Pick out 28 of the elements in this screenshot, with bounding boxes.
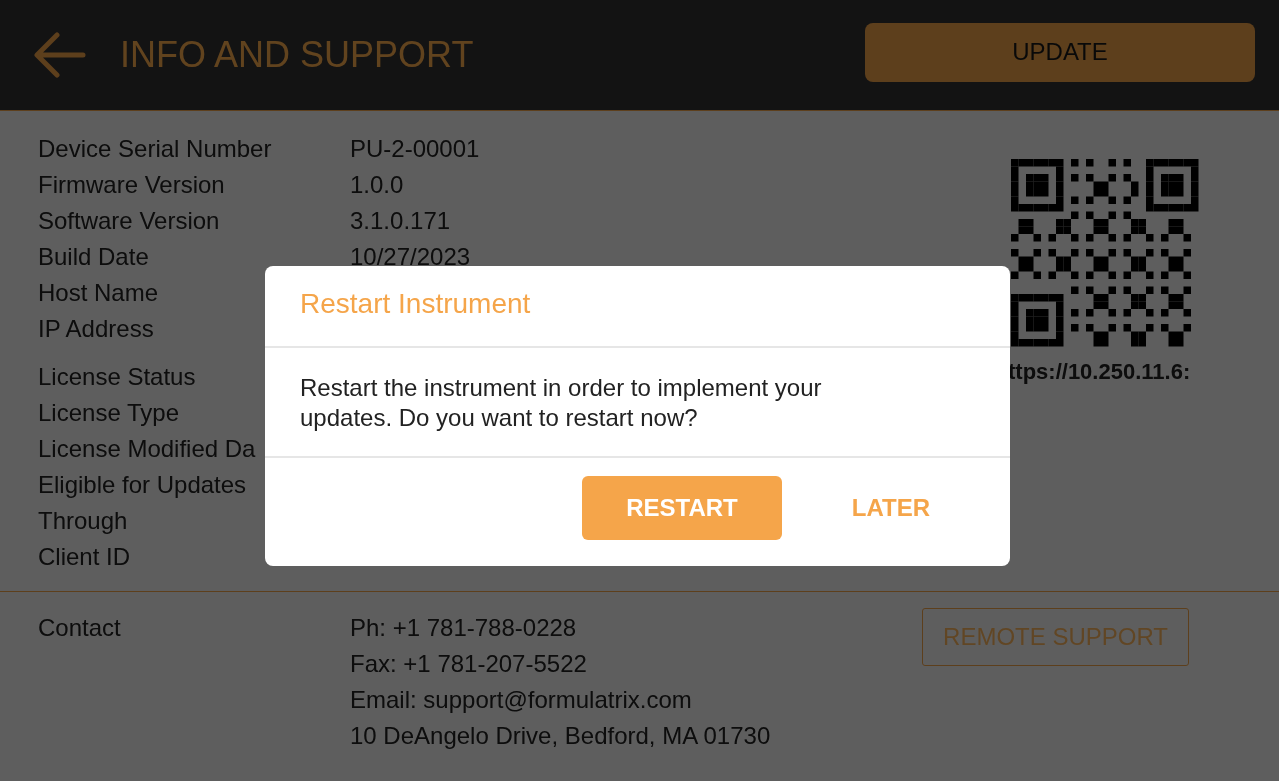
page-title: INFO AND SUPPORT xyxy=(120,34,475,76)
info-label: Through xyxy=(38,506,128,536)
info-label: License Status xyxy=(38,362,196,392)
remote-support-button[interactable]: REMOTE SUPPORT xyxy=(922,608,1189,666)
contact-line: Fax: +1 781-207-5522 xyxy=(350,649,588,679)
info-label: Client ID xyxy=(38,542,131,572)
info-label: Device Serial Number xyxy=(38,134,272,164)
info-label: Software Version xyxy=(38,206,220,236)
info-label: Firmware Version xyxy=(38,170,225,200)
info-label: License Modified Da xyxy=(38,434,256,464)
contact-line: Email: support@formulatrix.com xyxy=(350,685,693,715)
info-value: 1.0.0 xyxy=(350,170,404,200)
info-label: Host Name xyxy=(38,278,159,308)
dialog-message: Restart the instrument in order to implement your updates. Do you want to restart now? xyxy=(265,348,1010,458)
contact-line: 10 DeAngelo Drive, Bedford, MA 01730 xyxy=(350,721,772,751)
back-arrow-icon[interactable] xyxy=(34,32,86,78)
device-url: ttps://10.250.11.6: xyxy=(1008,358,1191,385)
later-button[interactable]: LATER xyxy=(831,476,950,540)
contact-line: Ph: +1 781-788-0228 xyxy=(350,613,578,643)
contact-label: Contact xyxy=(38,613,122,643)
info-label: Eligible for Updates xyxy=(38,470,247,500)
info-label: IP Address xyxy=(38,314,154,344)
restart-button[interactable]: RESTART xyxy=(582,476,782,540)
info-value: 3.1.0.171 xyxy=(350,206,451,236)
info-label: Build Date xyxy=(38,242,149,272)
info-label: License Type xyxy=(38,398,179,428)
info-value: PU-2-00001 xyxy=(350,134,480,164)
dialog-title: Restart Instrument xyxy=(265,266,1010,348)
